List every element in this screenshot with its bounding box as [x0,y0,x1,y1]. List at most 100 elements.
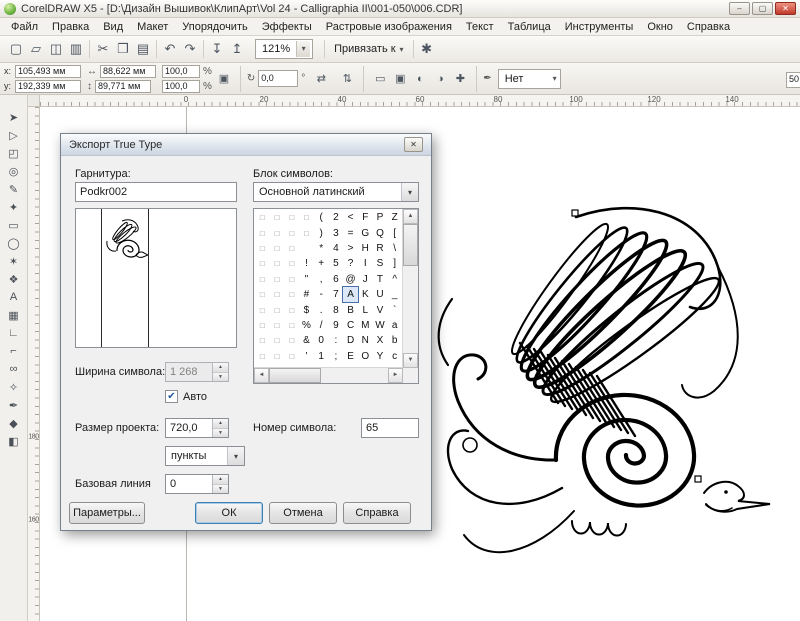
char-cell[interactable]: □ [284,210,299,225]
object-width-field[interactable]: 88,622 мм [100,65,156,78]
mirror-vertical-button[interactable]: ⇅ [337,67,357,91]
spinner-down-icon[interactable]: ▼ [213,429,228,438]
connector-tool[interactable]: ⌐ [2,342,26,360]
char-cell[interactable]: F [358,210,373,225]
blend-tool[interactable]: ∞ [2,360,26,378]
checkbox-check-icon[interactable]: ✔ [165,390,178,403]
char-cell[interactable]: □ [299,226,314,241]
fill-tool[interactable]: ◆ [2,414,26,432]
char-cell[interactable]: ( [314,210,329,225]
trim-button[interactable]: ◑ [430,67,450,91]
char-cell[interactable]: Z [387,210,402,225]
char-cell[interactable]: □ [284,226,299,241]
char-cell[interactable]: □ [299,210,314,225]
cut-button[interactable]: ✂ [93,39,113,59]
menu-item-11[interactable]: Окно [640,20,680,34]
char-cell[interactable]: : [329,333,344,348]
menu-item-5[interactable]: Упорядочить [175,20,254,34]
char-cell[interactable]: 4 [329,241,344,256]
scroll-thumb[interactable] [269,368,321,383]
char-cell[interactable]: □ [284,318,299,333]
scale-x-field[interactable]: 100,0 [162,65,200,78]
project-size-field[interactable]: 720,0 ▲ ▼ [165,418,229,438]
char-cell[interactable]: # [299,287,314,302]
char-cell[interactable]: . [314,303,329,318]
close-button[interactable]: ✕ [775,2,796,15]
char-cell[interactable]: □ [270,318,285,333]
baseline-field[interactable]: 0 ▲ ▼ [165,474,229,494]
redo-button[interactable]: ↷ [180,39,200,59]
char-cell[interactable]: □ [255,318,270,333]
project-size-spinner[interactable]: ▲ ▼ [212,419,228,437]
char-cell[interactable]: □ [270,287,285,302]
char-cell[interactable]: G [358,226,373,241]
basic-shapes-tool[interactable]: ❖ [2,270,26,288]
new-document-button[interactable]: ▢ [6,39,26,59]
char-cell[interactable]: D [343,333,358,348]
char-cell[interactable]: □ [255,303,270,318]
char-cell[interactable]: \ [387,241,402,256]
polygon-tool[interactable]: ✶ [2,252,26,270]
char-cell[interactable]: - [314,287,329,302]
y-position-field[interactable]: 192,339 мм [15,80,81,93]
char-cell[interactable]: ` [387,303,402,318]
menu-item-9[interactable]: Таблица [501,20,558,34]
char-cell[interactable]: & [299,333,314,348]
char-cell[interactable]: □ [270,256,285,271]
char-cell[interactable]: ^ [387,272,402,287]
char-cell[interactable]: < [343,210,358,225]
char-cell[interactable]: ) [314,226,329,241]
dialog-close-button[interactable]: ✕ [404,137,423,152]
char-cell[interactable]: $ [299,303,314,318]
char-cell[interactable]: L [358,303,373,318]
auto-checkbox[interactable]: ✔ Авто [165,390,207,403]
scroll-thumb[interactable] [403,224,418,266]
char-cell[interactable]: □ [270,226,285,241]
menu-item-8[interactable]: Текст [459,20,501,34]
char-cell[interactable]: □ [270,241,285,256]
char-cell[interactable]: 7 [329,287,344,302]
menu-item-1[interactable]: Файл [4,20,45,34]
object-height-field[interactable]: 89,771 мм [95,80,151,93]
lock-ratio-button[interactable]: ▣ [214,67,234,91]
menu-item-7[interactable]: Растровые изображения [319,20,459,34]
options-button[interactable]: Параметры... [69,502,145,524]
char-cell[interactable]: S [373,256,388,271]
copy-button[interactable]: ❐ [113,39,133,59]
save-button[interactable]: ◫ [46,39,66,59]
combine-button[interactable]: ▭ [370,67,390,91]
ok-button[interactable]: ОК [195,502,263,524]
maximize-button[interactable]: ▢ [752,2,773,15]
char-cell[interactable]: □ [255,226,270,241]
units-select[interactable]: пункты ▾ [165,446,245,466]
scroll-right-icon[interactable]: ► [388,368,403,383]
char-cell[interactable]: □ [284,349,299,364]
text-tool[interactable]: A [2,288,26,306]
char-cell[interactable]: □ [270,210,285,225]
char-cell[interactable]: H [358,241,373,256]
x-position-field[interactable]: 105,493 мм [15,65,81,78]
ellipse-tool[interactable]: ◯ [2,234,26,252]
char-cell[interactable]: / [314,318,329,333]
outline-pen-tool[interactable]: ✒ [2,396,26,414]
help-button[interactable]: Справка [343,502,411,524]
char-cell[interactable]: N [358,333,373,348]
char-cell[interactable]: P [373,210,388,225]
char-cell[interactable]: I [358,256,373,271]
char-cell[interactable]: O [358,349,373,364]
chevron-down-icon[interactable]: ▾ [296,41,310,57]
char-cell[interactable]: □ [284,287,299,302]
char-cell[interactable]: a [387,318,402,333]
paste-button[interactable]: ▤ [133,39,153,59]
char-cell[interactable]: □ [255,210,270,225]
print-button[interactable]: ▥ [66,39,86,59]
char-cell[interactable]: J [358,272,373,287]
open-button[interactable]: ▱ [26,39,46,59]
char-cell[interactable]: 5 [329,256,344,271]
char-cell[interactable]: T [373,272,388,287]
char-cell[interactable]: □ [255,333,270,348]
char-cell[interactable]: 2 [329,210,344,225]
smart-fill-tool[interactable]: ✦ [2,198,26,216]
char-cell[interactable]: □ [284,333,299,348]
scroll-up-icon[interactable]: ▲ [403,209,418,224]
